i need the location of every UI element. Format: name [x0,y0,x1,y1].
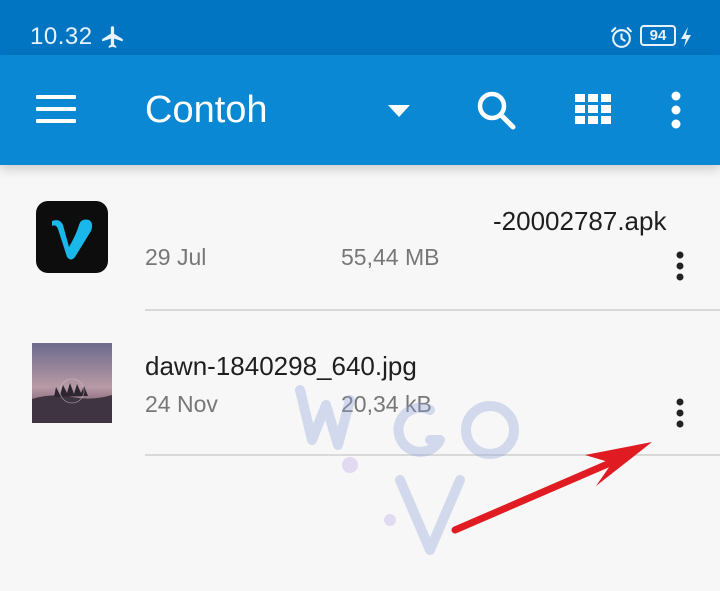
divider [145,309,720,311]
alarm-icon [611,27,632,48]
vimeo-app-icon [36,201,108,273]
file-date: 29 Jul [145,244,207,270]
status-bar: 10.32 94 [0,0,720,55]
airplane-icon [102,26,123,48]
more-vert-icon[interactable] [661,90,691,130]
dropdown-icon[interactable] [386,103,412,119]
grid-view-icon[interactable] [575,94,611,124]
charging-bolt-icon [681,27,691,47]
battery-indicator: 94 [640,25,676,46]
file-name: -20002787.apk [493,206,667,236]
divider [145,454,720,456]
search-icon[interactable] [474,88,518,132]
more-vert-icon[interactable] [665,248,695,288]
more-vert-icon[interactable] [665,395,695,435]
file-name: dawn-1840298_640.jpg [145,351,417,381]
file-size: 55,44 MB [341,244,440,270]
page-title[interactable]: Contoh [145,88,268,132]
file-date: 24 Nov [145,391,218,417]
menu-icon[interactable] [36,95,76,125]
status-time: 10.32 [30,23,93,50]
app-bar: Contoh [0,55,720,165]
dawn-photo-thumbnail [32,343,112,423]
file-size: 20,34 kB [341,391,432,417]
